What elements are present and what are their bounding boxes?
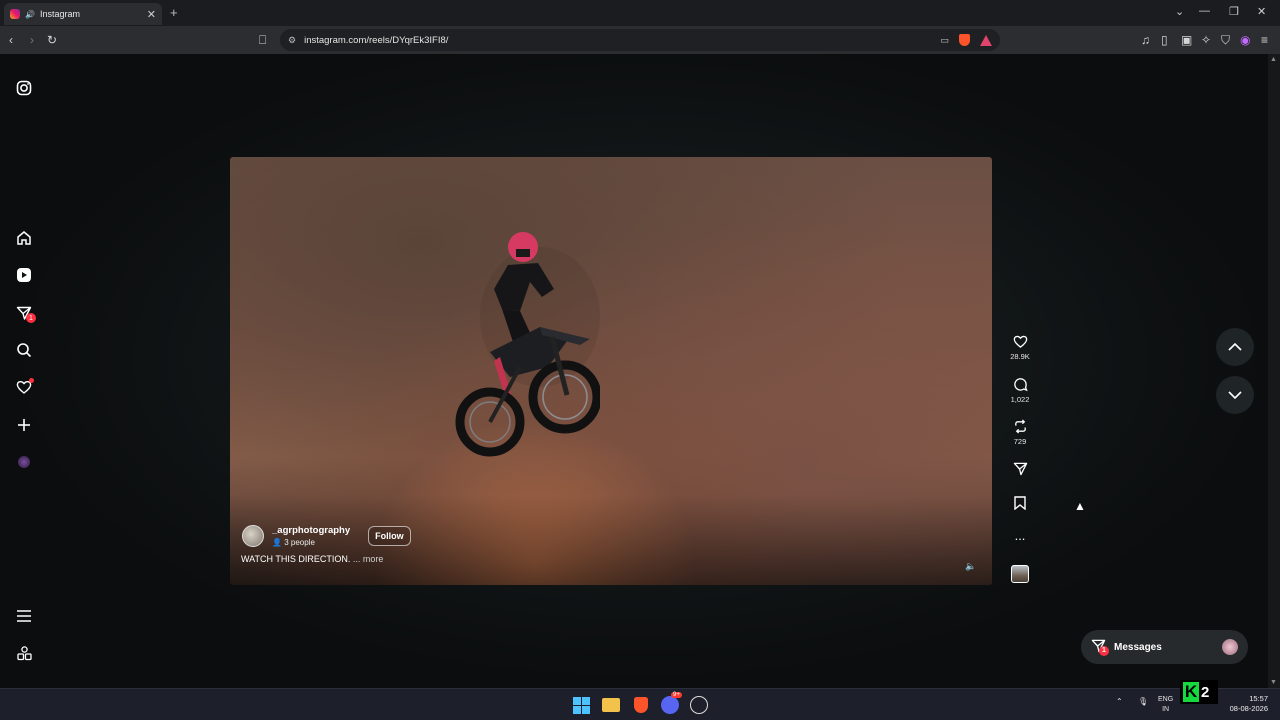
audio-thumbnail[interactable] — [1011, 565, 1029, 583]
tab-close-icon[interactable]: ✕ — [147, 8, 156, 21]
tab-strip: 🔊 Instagram ✕ + ⌄ — ❐ ✕ — [0, 0, 1280, 26]
windows-taskbar: 9+ ⌃ 🎙 ENG IN 15:57 08-08-2026 — [0, 688, 1280, 720]
more-options-button[interactable]: ... — [1004, 528, 1036, 544]
brave-shields-icon[interactable] — [959, 34, 970, 46]
home-icon[interactable] — [14, 228, 34, 248]
system-clock[interactable]: 15:57 08-08-2026 — [1230, 694, 1268, 714]
collaborators-label[interactable]: 👤 3 people — [272, 538, 350, 547]
repost-action[interactable]: 729 — [1004, 419, 1036, 446]
tray-overflow-icon[interactable]: ⌃ — [1116, 697, 1123, 706]
file-explorer-icon[interactable] — [602, 698, 620, 712]
tab-instagram[interactable]: 🔊 Instagram ✕ — [4, 3, 162, 25]
back-icon[interactable]: ‹ — [9, 32, 13, 48]
search-icon[interactable] — [14, 340, 34, 360]
author-username[interactable]: _agrphotography — [272, 525, 350, 536]
instagram-logo-icon[interactable] — [14, 78, 34, 98]
window-close-icon[interactable]: ✕ — [1257, 5, 1266, 18]
like-action[interactable]: 28.9K — [1004, 334, 1036, 361]
browser-toolbar: ‹ › ↻ ⎕ ⚙ instagram.com/reels/DYqrEk3IFI… — [0, 26, 1280, 54]
menu-icon[interactable]: ≡ — [1261, 32, 1268, 48]
brave-browser-icon[interactable] — [632, 696, 650, 714]
messages-badge: 1 — [26, 313, 36, 323]
cast-icon[interactable]: ▭ — [940, 35, 949, 46]
instagram-reels-page: ▲ ▼ 1 _agrphotography 👤 3 people Follow … — [0, 54, 1280, 688]
extension-icon[interactable]: ◉ — [1240, 32, 1250, 48]
scroll-up-icon[interactable]: ▲ — [1270, 56, 1277, 63]
k-logo-icon: K — [1183, 682, 1199, 702]
browser-window: 🔊 Instagram ✕ + ⌄ — ❐ ✕ ‹ › ↻ ⎕ ⚙ instag… — [0, 0, 1280, 688]
minimize-icon[interactable]: — — [1199, 5, 1210, 17]
tab-title: Instagram — [39, 9, 80, 19]
previous-reel-button[interactable] — [1216, 328, 1254, 366]
instagram-favicon-icon — [10, 9, 20, 19]
caption-text: WATCH THIS DIRECTION. — [241, 554, 351, 564]
tab-search-chevron-icon[interactable]: ⌄ — [1175, 5, 1184, 18]
clock-time: 15:57 — [1249, 694, 1268, 703]
messages-icon: 1 — [1091, 639, 1109, 656]
comment-icon[interactable] — [1004, 377, 1036, 393]
comment-action[interactable]: 1,022 — [1004, 377, 1036, 404]
direct-messages-icon[interactable]: 1 — [14, 303, 36, 323]
message-contact-avatar — [1222, 639, 1238, 655]
page-scrollbar[interactable]: ▲ ▼ — [1268, 54, 1280, 688]
volume-icon[interactable]: 🔈 — [965, 561, 976, 572]
leo-ai-icon[interactable]: ✧ — [1201, 32, 1211, 48]
clock-date: 08-08-2026 — [1229, 704, 1268, 713]
language-indicator[interactable]: ENG IN — [1158, 695, 1173, 715]
sidebar-toggle-icon[interactable]: ▯ — [1161, 32, 1168, 48]
next-reel-button[interactable] — [1216, 376, 1254, 414]
discord-badge: 9+ — [671, 692, 682, 698]
notifications-heart-icon[interactable] — [14, 377, 34, 397]
speaker-icon[interactable]: 🔊 — [25, 10, 35, 19]
wallet-icon[interactable]: ▣ — [1181, 32, 1192, 48]
repost-count: 729 — [1013, 437, 1027, 446]
follow-button[interactable]: Follow — [368, 526, 411, 546]
reel-author: _agrphotography 👤 3 people Follow — [242, 525, 411, 547]
new-tab-button[interactable]: + — [170, 5, 178, 20]
people-icon: 👤 — [272, 538, 282, 547]
microphone-icon[interactable]: 🎙 — [1138, 697, 1148, 706]
share-action[interactable] — [1004, 462, 1036, 478]
restore-icon[interactable]: ❐ — [1229, 5, 1239, 18]
brave-rewards-icon[interactable] — [980, 34, 992, 46]
like-count: 28.9K — [1010, 352, 1030, 361]
mouse-cursor-icon: ▲ — [1074, 499, 1086, 513]
forward-icon[interactable]: › — [30, 32, 34, 48]
profile-avatar[interactable] — [14, 452, 34, 472]
media-icon[interactable]: ♫ — [1141, 32, 1150, 48]
messages-count-badge: 1 — [1099, 645, 1109, 656]
vpn-icon[interactable]: ⛉ — [1221, 32, 1230, 48]
repost-icon[interactable] — [1004, 419, 1036, 435]
notification-dot — [29, 378, 34, 383]
more-menu-icon[interactable] — [14, 606, 34, 626]
more-options-icon[interactable]: ... — [1004, 528, 1036, 544]
messages-button[interactable]: 1 Messages — [1081, 630, 1248, 664]
motocross-rider-image — [455, 232, 600, 457]
author-avatar[interactable] — [242, 525, 264, 547]
reload-icon[interactable]: ↻ — [47, 32, 57, 48]
comment-count: 1,022 — [1010, 395, 1030, 404]
reel-video[interactable]: _agrphotography 👤 3 people Follow WATCH … — [230, 157, 992, 585]
url-text[interactable]: instagram.com/reels/DYqrEk3IFI8/ — [304, 35, 448, 46]
also-from-meta-icon[interactable] — [14, 643, 34, 663]
chatgpt-icon[interactable] — [690, 696, 708, 714]
create-plus-icon[interactable] — [14, 415, 34, 435]
caption-more-link[interactable]: ... more — [353, 554, 384, 564]
save-action[interactable] — [1004, 496, 1036, 512]
like-heart-icon[interactable] — [1004, 334, 1036, 350]
overlay-badge: 2 — [1201, 683, 1210, 701]
share-icon[interactable] — [1004, 462, 1036, 478]
start-windows-icon[interactable] — [572, 696, 590, 714]
address-bar[interactable]: ⚙ instagram.com/reels/DYqrEk3IFI8/ ▭ — [280, 29, 1000, 51]
site-info-icon[interactable]: ⚙ — [288, 35, 296, 46]
discord-icon[interactable]: 9+ — [661, 692, 682, 714]
messages-label: Messages — [1114, 641, 1162, 653]
reel-caption: WATCH THIS DIRECTION. ... more — [241, 554, 383, 564]
scroll-down-icon[interactable]: ▼ — [1270, 679, 1277, 686]
bookmark-page-icon[interactable]: ⎕ — [259, 32, 266, 48]
reels-icon[interactable] — [14, 265, 34, 285]
k2-overlay-logo: K 2 — [1180, 680, 1218, 704]
bookmark-icon[interactable] — [1004, 496, 1036, 512]
